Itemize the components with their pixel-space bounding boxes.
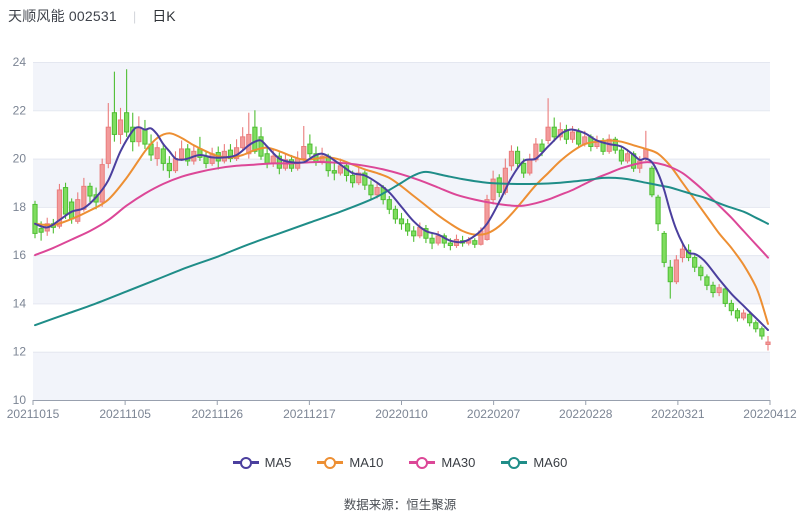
y-axis-tick-label: 12 [13, 345, 27, 359]
kline-chart[interactable]: 20211015 20211105 20211126 20211217 20220110… [0, 0, 800, 435]
x-axis-tick-label: 20211217 [283, 407, 336, 421]
data-source-note: 数据来源：恒生聚源 [0, 494, 800, 513]
legend-label: MA30 [441, 455, 475, 470]
grid-layer [33, 62, 770, 405]
legend-item-ma10[interactable]: MA10 [317, 455, 383, 470]
stock-chart-page: 天顺风能 002531 | 日K 20211015202111052021112… [0, 0, 800, 517]
y-axis-tick-label: 22 [13, 103, 27, 117]
y-axis-tick-label: 20 [13, 152, 27, 166]
legend-label: MA5 [265, 455, 292, 470]
legend-label: MA10 [349, 455, 383, 470]
legend-item-ma60[interactable]: MA60 [501, 455, 567, 470]
legend-item-ma5[interactable]: MA5 [233, 455, 292, 470]
x-axis-tick-label: 20220412 [743, 407, 797, 421]
x-axis-tick-label: 20211126 [191, 407, 243, 421]
x-axis-tick-label: 20211105 [99, 407, 151, 421]
y-axis-tick-label: 14 [13, 296, 27, 310]
ma10-legend-marker-icon [317, 457, 343, 469]
chart-legend: MA5 MA10 MA30 MA60 [0, 455, 800, 470]
x-axis-tick-label: 20220110 [375, 407, 428, 421]
candles-layer [33, 69, 770, 350]
legend-item-ma30[interactable]: MA30 [409, 455, 475, 470]
x-axis-tick-label: 20211015 [7, 407, 60, 421]
y-axis-tick-label: 16 [13, 248, 27, 262]
ma30-legend-marker-icon [409, 457, 435, 469]
y-axis-tick-label: 18 [13, 200, 27, 214]
x-axis-tick-label: 20220207 [467, 407, 521, 421]
x-axis-tick-label: 20220228 [559, 407, 613, 421]
x-axis-tick-label: 20220321 [651, 407, 705, 421]
ma60-legend-marker-icon [501, 457, 527, 469]
ma5-legend-marker-icon [233, 457, 259, 469]
y-axis-tick-label: 10 [13, 393, 27, 407]
legend-label: MA60 [533, 455, 567, 470]
y-axis-tick-label: 24 [13, 55, 27, 69]
